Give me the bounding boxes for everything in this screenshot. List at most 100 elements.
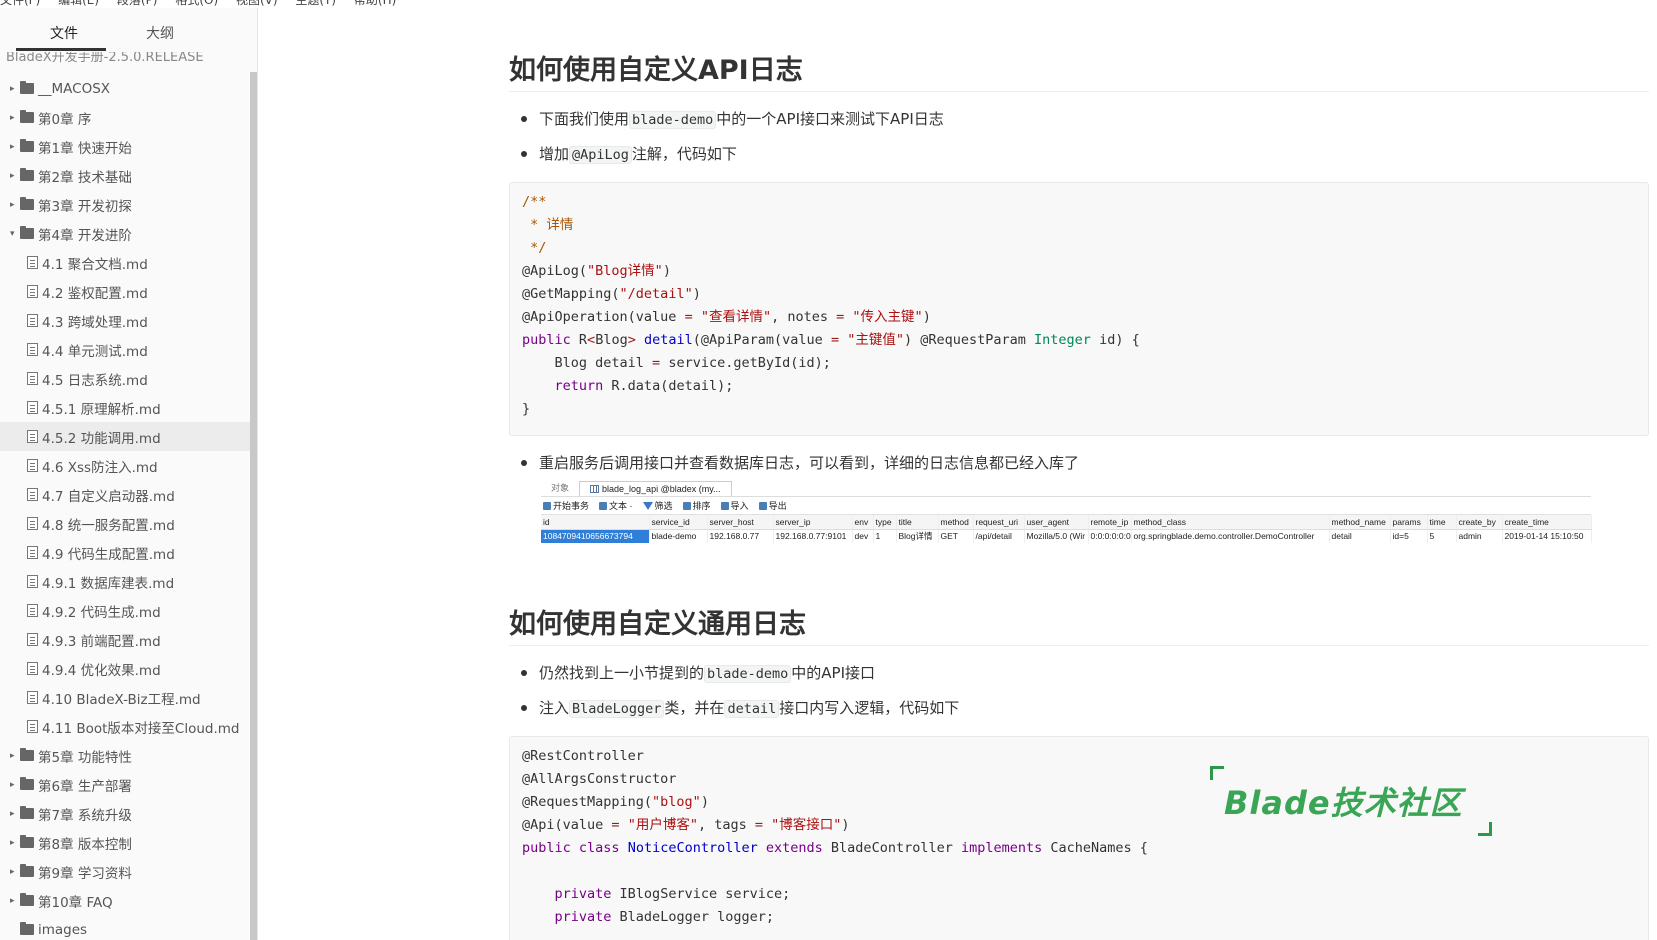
code-operator: = xyxy=(611,817,620,833)
tree-item-label: 4.10 BladeX-Biz工程.md xyxy=(42,691,201,708)
code-token: ) @RequestParam xyxy=(903,332,1035,348)
tree-item-label: 第7章 系统升级 xyxy=(38,807,132,824)
db-tool-sort: 排序 xyxy=(682,499,711,512)
code-token: @RestController xyxy=(522,748,644,764)
code-operator: < xyxy=(587,332,596,348)
tree-folder-item[interactable]: ▸ 第8章 版本控制 xyxy=(0,828,257,857)
tree-file-item[interactable]: 4.5 日志系统.md xyxy=(0,364,257,393)
chevron-right-icon[interactable]: ▸ xyxy=(10,780,20,790)
code-operator: = xyxy=(684,309,693,325)
menu-paragraph[interactable]: 段落(P) xyxy=(117,0,158,8)
db-cell: id=5 xyxy=(1390,529,1428,543)
chevron-right-icon[interactable]: ▸ xyxy=(10,838,20,848)
tree-item-label: 第4章 开发进阶 xyxy=(38,227,132,244)
folder-icon xyxy=(20,197,34,210)
chevron-right-icon[interactable]: ▸ xyxy=(10,809,20,819)
sort-icon xyxy=(682,501,691,510)
tree-file-item[interactable]: 4.1 聚合文档.md xyxy=(0,248,257,277)
chevron-right-icon[interactable]: ▸ xyxy=(10,867,20,877)
chevron-right-icon[interactable]: ▸ xyxy=(10,171,20,181)
chevron-right-icon[interactable]: ▸ xyxy=(10,200,20,210)
chevron-right-icon[interactable]: ▸ xyxy=(10,84,20,94)
tree-file-item[interactable]: 4.9.4 优化效果.md xyxy=(0,654,257,683)
tree-item-label: 4.5.2 功能调用.md xyxy=(42,430,161,447)
tree-file-item[interactable]: 4.4 单元测试.md xyxy=(0,335,257,364)
tree-folder-item[interactable]: ▸ 第0章 序 xyxy=(0,103,257,132)
db-tool-label: 文本 · xyxy=(609,501,633,511)
menu-file[interactable]: 文件(F) xyxy=(0,0,40,8)
tree-folder-item[interactable]: ▾ 第4章 开发进阶 xyxy=(0,219,257,248)
chevron-right-icon[interactable]: ▸ xyxy=(10,751,20,761)
chevron-right-icon[interactable]: ▸ xyxy=(10,142,20,152)
sidebar-scrollbar[interactable] xyxy=(250,72,257,940)
code-token: } xyxy=(522,401,531,417)
list-item: 注入 BladeLogger 类，并在 detail 接口内写入逻辑，代码如下 xyxy=(521,691,1649,726)
code-type: Integer xyxy=(1034,332,1091,348)
tree-root-folder[interactable]: BladeX开发手册-2.5.0.RELEASE xyxy=(0,52,257,74)
db-tool-import: 导入 xyxy=(720,499,749,512)
tree-file-item[interactable]: 4.10 BladeX-Biz工程.md xyxy=(0,683,257,712)
code-keyword: extends xyxy=(765,840,823,856)
tree-folder-item[interactable]: ▸ 第3章 开发初探 xyxy=(0,190,257,219)
bullet-list-1: 下面我们使用 blade-demo 中的一个API接口来测试下API日志 增加 @Ap… xyxy=(509,102,1649,172)
db-tool-label: 导入 xyxy=(730,501,749,511)
chevron-right-icon[interactable]: ▸ xyxy=(10,113,20,123)
file-icon xyxy=(27,372,38,385)
tree-file-item[interactable]: 4.8 统一服务配置.md xyxy=(0,509,257,538)
tree-folder-item[interactable]: ▸ 第5章 功能特性 xyxy=(0,741,257,770)
tree-item-label: 4.11 Boot版本对接至Cloud.md xyxy=(42,720,240,737)
folder-icon xyxy=(20,81,34,94)
tree-file-item[interactable]: 4.3 跨域处理.md xyxy=(0,306,257,335)
menu-theme[interactable]: 主题(T) xyxy=(295,0,336,8)
list-item: 仍然找到上一小节提到的 blade-demo 中的API接口 xyxy=(521,656,1649,691)
sidebar: 文件 大纲 BladeX开发手册-2.5.0.RELEASE ▸ __MACOSX… xyxy=(0,8,258,940)
tree-folder-item[interactable]: ▸ 第10章 FAQ xyxy=(0,886,257,915)
tree-file-item[interactable]: 4.9.1 数据库建表.md xyxy=(0,567,257,596)
tab-outline[interactable]: 大纲 xyxy=(112,8,208,52)
tree-file-item[interactable]: 4.5.2 功能调用.md xyxy=(0,422,257,451)
db-tool-begin-transaction: 开始事务 xyxy=(543,499,589,512)
text: 中的一个API接口来测试下API日志 xyxy=(716,110,944,128)
tree-folder-item[interactable]: ▸ 第7章 系统升级 xyxy=(0,799,257,828)
menu-edit[interactable]: 编辑(E) xyxy=(58,0,99,8)
tree-file-item[interactable]: 4.9.3 前端配置.md xyxy=(0,625,257,654)
tree-file-item[interactable]: 4.5.1 原理解析.md xyxy=(0,393,257,422)
tree-folder-item[interactable]: images xyxy=(0,915,257,940)
code-keyword: implements xyxy=(960,840,1043,856)
code-token: @ApiOperation(value xyxy=(522,309,685,325)
code-string: "blog" xyxy=(652,794,701,810)
db-cell: 1084709410656673794 xyxy=(541,529,650,543)
table-icon xyxy=(590,485,600,493)
tree-file-item[interactable]: 4.9.2 代码生成.md xyxy=(0,596,257,625)
file-icon xyxy=(27,633,38,646)
menu-help[interactable]: 帮助(H) xyxy=(354,0,396,8)
tree-folder-item[interactable]: ▸ __MACOSX xyxy=(0,74,257,103)
import-icon xyxy=(720,501,729,510)
export-icon xyxy=(758,501,767,510)
db-cell: dev xyxy=(852,529,874,543)
tree-item-label: 第8章 版本控制 xyxy=(38,836,132,853)
db-tab-objects: 对象 xyxy=(551,483,570,493)
tree-folder-item[interactable]: ▸ 第1章 快速开始 xyxy=(0,132,257,161)
text: 下面我们使用 xyxy=(539,110,630,128)
menu-format[interactable]: 格式(O) xyxy=(175,0,218,8)
tree-file-item[interactable]: 4.6 Xss防注入.md xyxy=(0,451,257,480)
code-def: detail xyxy=(643,332,693,348)
tab-files[interactable]: 文件 xyxy=(16,8,112,52)
tree-folder-item[interactable]: ▸ 第6章 生产部署 xyxy=(0,770,257,799)
chevron-down-icon[interactable]: ▾ xyxy=(10,229,20,239)
chevron-right-icon[interactable]: ▸ xyxy=(10,896,20,906)
db-cell: org.springblade.demo.controller.DemoCont… xyxy=(1131,529,1330,543)
code-token: @Api(value xyxy=(522,817,612,833)
tree-file-item[interactable]: 4.7 自定义启动器.md xyxy=(0,480,257,509)
code-block-api-log[interactable]: /** * 详情 */ @ApiLog("Blog详情") @GetMappin… xyxy=(509,182,1649,436)
tree-file-item[interactable]: 4.11 Boot版本对接至Cloud.md xyxy=(0,712,257,741)
menu-view[interactable]: 视图(V) xyxy=(236,0,278,8)
tree-file-item[interactable]: 4.9 代码生成配置.md xyxy=(0,538,257,567)
db-column-header: type xyxy=(873,515,897,530)
transaction-icon xyxy=(543,501,551,510)
tree-file-item[interactable]: 4.2 鉴权配置.md xyxy=(0,277,257,306)
watermark-bracket xyxy=(1210,766,1224,780)
tree-folder-item[interactable]: ▸ 第9章 学习资料 xyxy=(0,857,257,886)
tree-folder-item[interactable]: ▸ 第2章 技术基础 xyxy=(0,161,257,190)
